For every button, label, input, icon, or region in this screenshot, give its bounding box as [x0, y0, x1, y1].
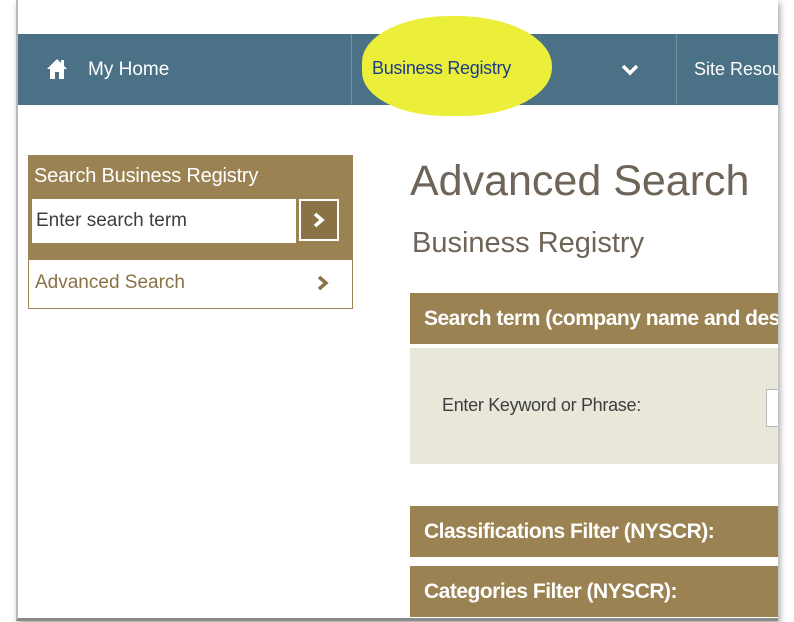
nav-divider: [676, 34, 677, 105]
nav-item-site-resources[interactable]: Site Resources: [694, 59, 778, 80]
keyword-input[interactable]: [766, 389, 778, 427]
sidebar-item-advanced-search[interactable]: Advanced Search: [28, 259, 353, 309]
nav-item-business-registry[interactable]: Business Registry: [372, 58, 511, 79]
sidebar-search-input[interactable]: [32, 199, 296, 243]
chevron-down-icon[interactable]: [621, 61, 639, 79]
page-subtitle: Business Registry: [412, 227, 645, 259]
search-term-section-header[interactable]: Search term (company name and descriptio…: [410, 293, 778, 344]
sidebar-search-button[interactable]: [299, 199, 339, 241]
categories-filter-header[interactable]: Categories Filter (NYSCR):: [410, 566, 778, 617]
nav-item-my-home[interactable]: My Home: [18, 34, 352, 105]
nav-home-label: My Home: [88, 59, 170, 80]
sidebar-search-panel: Search Business Registry: [28, 155, 353, 259]
chevron-right-icon: [317, 275, 329, 291]
browser-screenshot-frame: My Home Business Registry Site Resources…: [16, 0, 778, 621]
home-icon: [47, 59, 67, 79]
sidebar-search-title: Search Business Registry: [34, 165, 259, 187]
sidebar-item-label: Advanced Search: [35, 272, 185, 293]
sidebar: Search Business Registry Advanced Search: [28, 155, 353, 310]
search-term-section-body: Enter Keyword or Phrase:: [410, 348, 778, 464]
chevron-right-icon: [313, 212, 325, 228]
page-title: Advanced Search: [410, 157, 750, 205]
top-navigation-bar: My Home Business Registry Site Resources: [18, 16, 778, 116]
classifications-filter-header[interactable]: Classifications Filter (NYSCR):: [410, 506, 778, 557]
keyword-label: Enter Keyword or Phrase:: [442, 395, 641, 415]
